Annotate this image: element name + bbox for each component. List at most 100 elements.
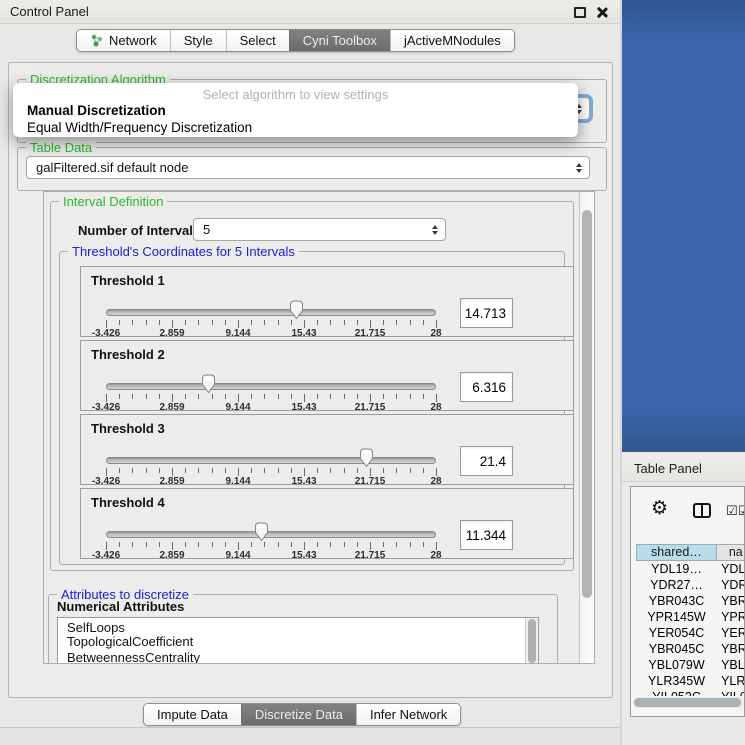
slider-tick — [436, 394, 437, 402]
slider-tick-label: 28 — [430, 328, 441, 339]
table-row[interactable]: YBR045CYBR0 — [636, 641, 745, 657]
threshold-slider-thumb[interactable] — [359, 448, 374, 468]
slider-tick — [119, 468, 120, 473]
slider-tick — [264, 468, 265, 473]
algorithm-dropdown-popup: Select algorithm to view settings Manual… — [13, 83, 578, 137]
tab-label: Infer Network — [370, 707, 447, 722]
threshold-slider-track[interactable] — [106, 309, 436, 316]
split-columns-icon[interactable] — [693, 503, 711, 518]
slider-tick — [119, 320, 120, 325]
slider-tick — [238, 542, 239, 550]
slider-tick-label: 28 — [430, 550, 441, 561]
slider-tick — [304, 320, 305, 328]
algorithm-option-1[interactable]: Manual Discretization — [15, 103, 576, 119]
gear-icon[interactable]: ⚙ — [651, 499, 668, 518]
threshold-slider-thumb[interactable] — [201, 374, 216, 394]
slider-tick — [370, 468, 371, 476]
interval-definition-label: Interval Definition — [59, 194, 167, 209]
slider-tick — [198, 320, 199, 325]
attributes-list-scrollbar[interactable] — [525, 618, 538, 664]
slider-tick — [264, 394, 265, 399]
tab-label: jActiveMNodules — [404, 33, 501, 48]
slider-tick — [423, 394, 424, 399]
slider-tick — [357, 542, 358, 547]
table-row[interactable]: YLR345WYLR3 — [636, 673, 745, 689]
attribute-item-betweennesscentrality[interactable]: BetweennessCentrality — [58, 650, 538, 664]
table-row[interactable]: YDR27…YDR2 — [636, 577, 745, 593]
slider-tick — [185, 394, 186, 399]
number-of-intervals-label: Number of Intervals — [78, 223, 200, 238]
network-view-window: GAL80GACGAL11GAL4GCY1HHAP2 — [622, 0, 745, 452]
slider-tick — [344, 320, 345, 325]
table-row[interactable]: YER054CYER0 — [636, 625, 745, 641]
slider-tick — [212, 468, 213, 473]
close-icon[interactable] — [596, 7, 608, 18]
top-tab-bar: Network StyleSelectCyni Toolbox jActiveMNo… — [76, 29, 515, 52]
tab-discretize-data[interactable]: Discretize Data — [241, 704, 356, 725]
threshold-label: Threshold 4 — [91, 495, 165, 510]
float-window-icon[interactable] — [574, 7, 586, 18]
slider-tick-label: 2.859 — [159, 328, 184, 339]
tab-style[interactable]: Style — [170, 30, 226, 51]
threshold-value-field[interactable]: 21.4 — [460, 446, 513, 476]
threshold-slider-track[interactable] — [106, 531, 436, 538]
table-data-combo[interactable]: galFiltered.sif default node — [26, 156, 590, 179]
threshold-value-field[interactable]: 6.316 — [460, 372, 513, 402]
slider-tick — [146, 468, 147, 473]
slider-tick — [278, 468, 279, 473]
tab-jactivemnodules[interactable]: jActiveMNodules — [390, 30, 514, 51]
table-row[interactable]: YBL079WYBL0 — [636, 657, 745, 673]
attribute-item-topologicalcoefficient[interactable]: TopologicalCoefficient — [58, 634, 538, 650]
tab-network[interactable]: Network — [77, 30, 170, 51]
number-of-intervals-combo[interactable]: 5 — [193, 218, 446, 241]
slider-tick — [383, 320, 384, 325]
tab-impute-data[interactable]: Impute Data — [144, 704, 241, 725]
table-row[interactable]: YPR145WYPR1 — [636, 609, 745, 625]
slider-tick — [410, 394, 411, 399]
table-row[interactable]: YDL19…YDL1 — [636, 561, 745, 577]
slider-tick — [238, 468, 239, 476]
slider-tick — [172, 320, 173, 328]
column-header-shared-name[interactable]: shared… — [636, 544, 717, 561]
column-header-name[interactable]: na — [717, 544, 745, 561]
table-row[interactable]: YBR043CYBR0 — [636, 593, 745, 609]
slider-tick — [225, 394, 226, 399]
slider-tick — [317, 468, 318, 473]
threshold-slider-thumb[interactable] — [254, 522, 269, 542]
tab-select[interactable]: Select — [226, 30, 289, 51]
slider-tick — [330, 320, 331, 325]
slider-tick — [106, 542, 107, 550]
table-row[interactable]: YIL052CYIL0 — [636, 689, 745, 696]
tab-label: Network — [109, 33, 157, 48]
slider-tick-label: 21.715 — [355, 476, 386, 487]
threshold-slider-thumb[interactable] — [289, 300, 304, 320]
checkbox-icon[interactable]: ☑ — [738, 504, 745, 519]
tab-cyni-toolbox[interactable]: Cyni Toolbox — [289, 30, 390, 51]
cell-shared-name: YDL19… — [636, 561, 717, 577]
slider-tick — [119, 394, 120, 399]
table-horizontal-scrollbar[interactable] — [633, 697, 744, 708]
attribute-item-selfloops[interactable]: SelfLoops — [58, 618, 538, 634]
threshold-slider-track[interactable] — [106, 457, 436, 464]
tab-infer-network[interactable]: Infer Network — [356, 704, 460, 725]
slider-tick-label: 2.859 — [159, 402, 184, 413]
slider-tick-label: -3.426 — [92, 476, 120, 487]
interval-definition-group: Interval Definition Number of Intervals … — [50, 201, 574, 571]
checkbox-icon[interactable]: ☑ — [726, 504, 738, 519]
slider-tick — [344, 542, 345, 547]
slider-tick — [212, 320, 213, 325]
slider-tick — [291, 320, 292, 325]
table-panel-body: ⚙ ☑ ☑ shared… na YDL19…YDL1YDR27…YDR2YBR… — [630, 486, 745, 717]
cell-shared-name: YIL052C — [636, 689, 717, 696]
threshold-label: Threshold 2 — [91, 347, 165, 362]
table-panel-title: Table Panel — [634, 461, 702, 476]
threshold-label: Threshold 1 — [91, 273, 165, 288]
threshold-slider-track[interactable] — [106, 383, 436, 390]
algorithm-option-2[interactable]: Equal Width/Frequency Discretization — [15, 120, 576, 136]
threshold-value-field[interactable]: 14.713 — [460, 298, 513, 328]
settings-vertical-scrollbar[interactable] — [579, 192, 594, 663]
threshold-value-field[interactable]: 11.344 — [460, 520, 513, 550]
slider-tick — [357, 320, 358, 325]
slider-tick — [344, 468, 345, 473]
slider-tick — [436, 542, 437, 550]
